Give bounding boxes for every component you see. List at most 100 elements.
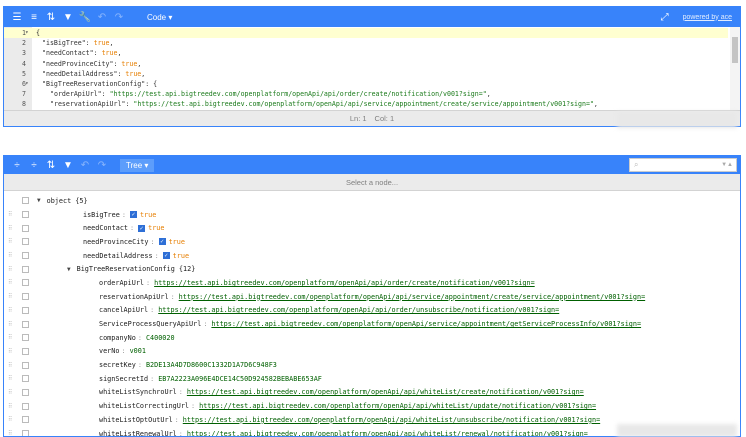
select-checkbox[interactable] [22, 388, 29, 396]
field-name[interactable]: needDetailAddress [83, 252, 153, 260]
field-value[interactable]: true [148, 224, 164, 232]
drag-handle-icon[interactable]: ⠿ [8, 375, 14, 382]
field-name[interactable]: companyNo [99, 334, 136, 342]
tree-row[interactable]: ⠿ ▼ BigTreeReservationConfig {12} [4, 262, 740, 276]
field-name[interactable]: orderApiUrl [99, 279, 144, 287]
mode-dropdown[interactable]: Code ▾ [141, 11, 178, 24]
expand-all-icon[interactable]: ÷ [10, 158, 24, 172]
search-input[interactable]: ⌕ ▼▲ [629, 158, 737, 172]
url-value-link[interactable]: https://test.api.bigtreedev.com/openplat… [211, 320, 641, 328]
select-checkbox[interactable] [22, 238, 29, 246]
powered-by-ace-link[interactable]: powered by ace [683, 14, 732, 21]
fullscreen-icon[interactable]: ⤢ [658, 10, 672, 24]
undo-icon[interactable]: ↶ [95, 10, 109, 24]
select-checkbox[interactable] [22, 361, 29, 369]
url-value-link[interactable]: https://test.api.bigtreedev.com/openplat… [183, 416, 600, 424]
tree-row[interactable]: ⠿ isBigTree: ✓ true [4, 208, 740, 222]
select-checkbox[interactable] [22, 224, 29, 232]
tree-row[interactable]: ⠿ orderApiUrl: https://test.api.bigtreedev… [4, 276, 740, 290]
redo-icon[interactable]: ↷ [95, 158, 109, 172]
url-value-link[interactable]: https://test.api.bigtreedev.com/openplat… [154, 279, 535, 287]
select-checkbox[interactable] [22, 375, 29, 383]
select-checkbox[interactable] [22, 430, 29, 436]
tree-row[interactable]: ⠿ needProvinceCity: ✓ true [4, 235, 740, 249]
code-area[interactable]: 1 ▾{2 "isBigTree": true, 3 "needContact": tr… [4, 28, 728, 112]
field-name[interactable]: whiteListCorrectingUrl [99, 402, 189, 410]
tree-row[interactable]: ⠿ reservationApiUrl: https://test.api.bigt… [4, 290, 740, 304]
drag-handle-icon[interactable]: ⠿ [8, 307, 14, 314]
drag-handle-icon[interactable]: ⠿ [8, 403, 14, 410]
field-name[interactable]: verNo [99, 347, 119, 355]
select-checkbox[interactable] [22, 293, 29, 301]
sort-icon[interactable]: ⇅ [44, 158, 58, 172]
drag-handle-icon[interactable]: ⠿ [8, 416, 14, 423]
drag-handle-icon[interactable]: ⠿ [8, 238, 14, 245]
select-checkbox[interactable] [22, 416, 29, 424]
select-checkbox[interactable] [22, 279, 29, 287]
select-checkbox[interactable] [22, 306, 29, 314]
vertical-scrollbar[interactable] [730, 27, 740, 112]
field-name[interactable]: whiteListSynchroUrl [99, 388, 177, 396]
field-value[interactable]: C400020 [146, 334, 175, 342]
field-name[interactable]: needProvinceCity [83, 238, 148, 246]
tree-row[interactable]: ⠿ companyNo: C400020 [4, 331, 740, 345]
search-next-prev-icon[interactable]: ▼▲ [721, 159, 733, 171]
drag-handle-icon[interactable]: ⠿ [8, 430, 14, 436]
format-icon[interactable]: ☰ [10, 10, 24, 24]
filter-icon[interactable]: ▼ [61, 10, 75, 24]
select-checkbox[interactable] [22, 211, 29, 219]
field-value[interactable]: B2DE13A4D7D8600C1332D1A7D6C948F3 [146, 361, 277, 369]
field-value[interactable]: true [169, 238, 185, 246]
tree-row[interactable]: ⠿ secretKey: B2DE13A4D7D8600C1332D1A7D6C94… [4, 358, 740, 372]
url-value-link[interactable]: https://test.api.bigtreedev.com/openplat… [187, 430, 588, 436]
field-name[interactable]: signSecretId [99, 375, 148, 383]
field-value[interactable]: true [140, 211, 156, 219]
sort-icon[interactable]: ⇅ [44, 10, 58, 24]
field-value[interactable]: true [173, 252, 189, 260]
tree-row[interactable]: ⠿ needContact: ✓ true [4, 221, 740, 235]
drag-handle-icon[interactable]: ⠿ [8, 279, 14, 286]
tree-row[interactable]: ⠿ whiteListCorrectingUrl: https://test.api… [4, 399, 740, 413]
select-checkbox[interactable] [22, 265, 29, 273]
drag-handle-icon[interactable]: ⠿ [8, 334, 14, 341]
drag-handle-icon[interactable]: ⠿ [8, 293, 14, 300]
expand-icon[interactable]: ▼ [67, 266, 71, 273]
boolean-checkbox[interactable]: ✓ [138, 224, 146, 232]
field-value[interactable]: EB7A2223A096E4DCE14C50D924582BEBABE653AF [158, 375, 322, 383]
drag-handle-icon[interactable]: ⠿ [8, 362, 14, 369]
select-checkbox[interactable] [22, 334, 29, 342]
field-name[interactable]: secretKey [99, 361, 136, 369]
field-name[interactable]: whiteListRenewalUrl [99, 430, 177, 436]
collapse-all-icon[interactable]: ÷ [27, 158, 41, 172]
select-checkbox[interactable] [22, 347, 29, 355]
field-name[interactable]: whiteListOptOutUrl [99, 416, 173, 424]
tree-row[interactable]: ⠿ needDetailAddress: ✓ true [4, 249, 740, 263]
drag-handle-icon[interactable]: ⠿ [8, 225, 14, 232]
drag-handle-icon[interactable]: ⠿ [8, 211, 14, 218]
field-value[interactable]: v001 [130, 347, 146, 355]
drag-handle-icon[interactable]: ⠿ [8, 321, 14, 328]
expand-icon[interactable]: ▼ [37, 197, 41, 204]
boolean-checkbox[interactable]: ✓ [129, 211, 137, 219]
fold-icon[interactable]: ▾ [25, 28, 29, 38]
tree-row-root[interactable]: ▼ object {5} [4, 194, 740, 208]
select-checkbox[interactable] [22, 252, 29, 260]
tree-row[interactable]: ⠿ cancelApiUrl: https://test.api.bigtreede… [4, 304, 740, 318]
field-name[interactable]: isBigTree [83, 211, 120, 219]
drag-handle-icon[interactable]: ⠿ [8, 348, 14, 355]
undo-icon[interactable]: ↶ [78, 158, 92, 172]
boolean-checkbox[interactable]: ✓ [162, 252, 170, 260]
compact-icon[interactable]: ≡ [27, 10, 41, 24]
select-checkbox[interactable] [22, 320, 29, 328]
mode-dropdown[interactable]: Tree ▾ [120, 158, 155, 172]
filter-icon[interactable]: ▼ [61, 158, 75, 172]
boolean-checkbox[interactable]: ✓ [158, 238, 166, 246]
select-checkbox[interactable] [22, 402, 29, 410]
field-name[interactable]: ServiceProcessQueryApiUrl [99, 320, 201, 328]
tree-row[interactable]: ⠿ ServiceProcessQueryApiUrl: https://test.… [4, 317, 740, 331]
field-name[interactable]: needContact [83, 224, 128, 232]
drag-handle-icon[interactable]: ⠿ [8, 252, 14, 259]
url-value-link[interactable]: https://test.api.bigtreedev.com/openplat… [158, 306, 559, 314]
tree-row[interactable]: ⠿ whiteListSynchroUrl: https://test.api.bi… [4, 386, 740, 400]
url-value-link[interactable]: https://test.api.bigtreedev.com/openplat… [187, 388, 584, 396]
